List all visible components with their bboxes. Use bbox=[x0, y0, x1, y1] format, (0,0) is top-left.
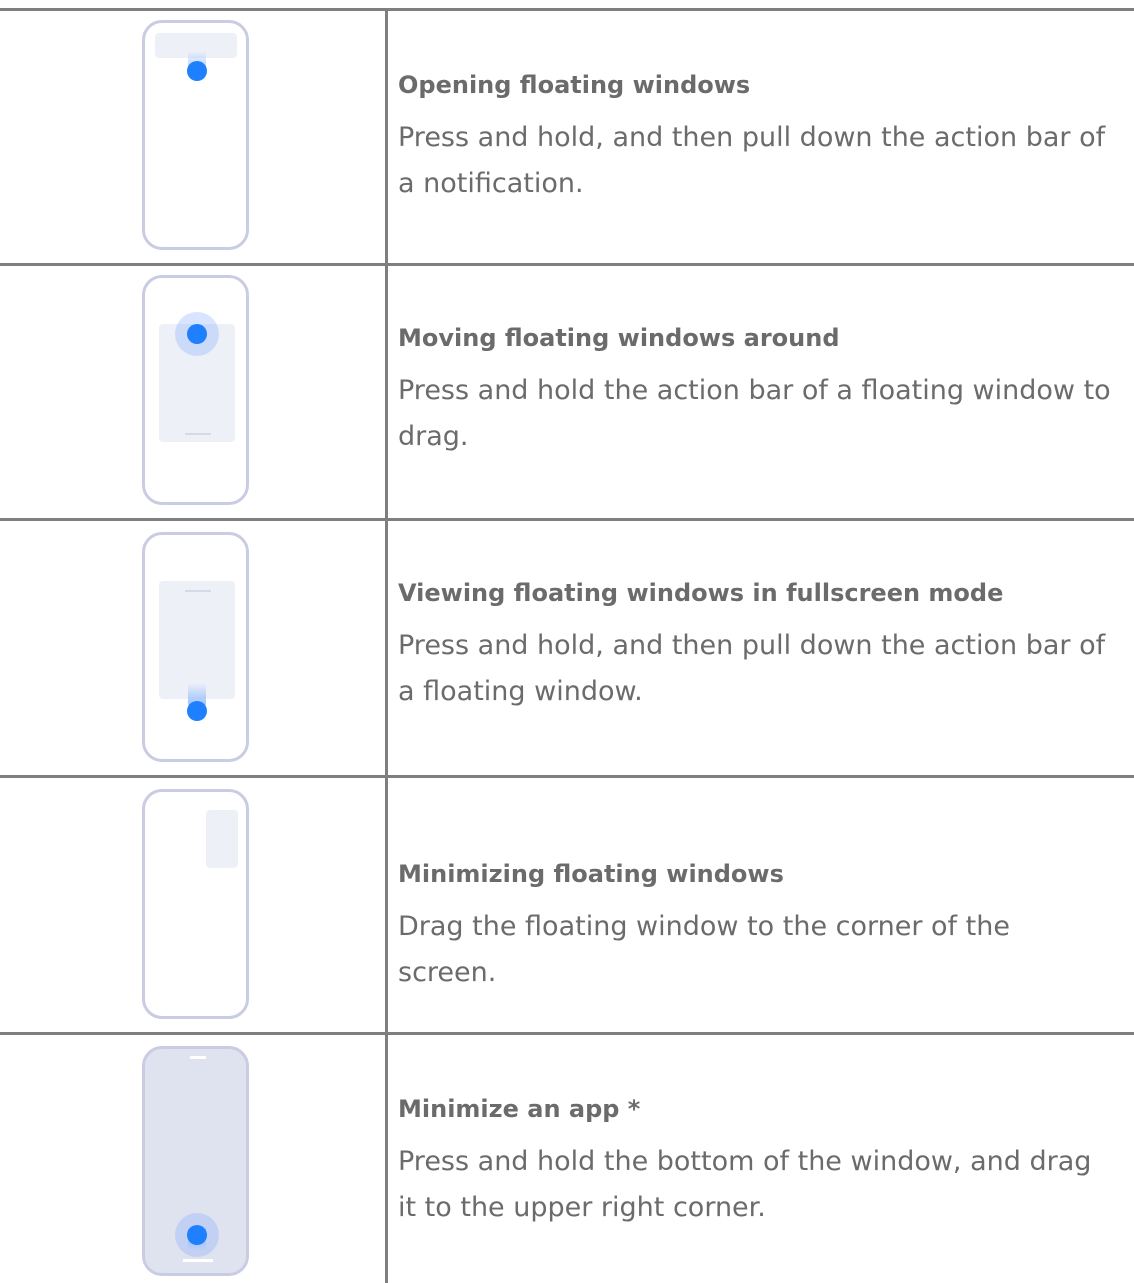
row-title: Moving floating windows around bbox=[398, 324, 840, 352]
text-cell: Minimize an app * Press and hold the bot… bbox=[398, 1093, 1114, 1231]
row-description: Press and hold the bottom of the window,… bbox=[398, 1146, 1092, 1223]
notification-pull-down-icon bbox=[142, 20, 249, 250]
row-title: Opening floating windows bbox=[398, 71, 751, 99]
row-title: Minimize an app * bbox=[398, 1095, 641, 1123]
floating-window-fullscreen-icon bbox=[142, 532, 249, 762]
touch-dot bbox=[187, 701, 207, 721]
window-handle bbox=[185, 590, 211, 592]
app-minimize-icon bbox=[142, 1046, 249, 1276]
icon-cell bbox=[0, 11, 385, 265]
icon-cell bbox=[0, 778, 385, 1034]
table-row: Moving floating windows around Press and… bbox=[0, 263, 1134, 520]
row-title: Minimizing floating windows bbox=[398, 860, 784, 888]
icon-cell bbox=[0, 266, 385, 520]
icon-cell bbox=[0, 521, 385, 777]
table-row: Minimizing floating windows Drag the flo… bbox=[0, 775, 1134, 1034]
row-description: Press and hold, and then pull down the a… bbox=[398, 630, 1106, 707]
text-cell: Moving floating windows around Press and… bbox=[398, 322, 1114, 460]
row-description: Press and hold, and then pull down the a… bbox=[398, 122, 1106, 199]
touch-dot bbox=[187, 1225, 207, 1245]
row-title: Viewing floating windows in fullscreen m… bbox=[398, 579, 1004, 607]
row-description: Drag the floating window to the corner o… bbox=[398, 911, 1010, 988]
floating-window-minimize-icon bbox=[142, 789, 249, 1019]
bottom-handle bbox=[183, 1259, 213, 1262]
text-cell: Viewing floating windows in fullscreen m… bbox=[398, 577, 1114, 715]
text-cell: Opening floating windows Press and hold,… bbox=[398, 69, 1114, 207]
icon-cell bbox=[0, 1035, 385, 1283]
text-cell: Minimizing floating windows Drag the flo… bbox=[398, 858, 1114, 996]
minimized-window-card bbox=[206, 810, 238, 868]
window-handle bbox=[185, 433, 211, 435]
row-description: Press and hold the action bar of a float… bbox=[398, 375, 1111, 452]
floating-window-card bbox=[159, 581, 235, 699]
gesture-table: Opening floating windows Press and hold,… bbox=[0, 0, 1134, 1283]
floating-window-move-icon bbox=[142, 275, 249, 505]
table-row: Viewing floating windows in fullscreen m… bbox=[0, 518, 1134, 777]
table-row: Opening floating windows Press and hold,… bbox=[0, 8, 1134, 265]
touch-dot bbox=[187, 61, 207, 81]
table-row: Minimize an app * Press and hold the bot… bbox=[0, 1032, 1134, 1283]
top-handle bbox=[190, 1056, 206, 1059]
touch-dot bbox=[187, 324, 207, 344]
